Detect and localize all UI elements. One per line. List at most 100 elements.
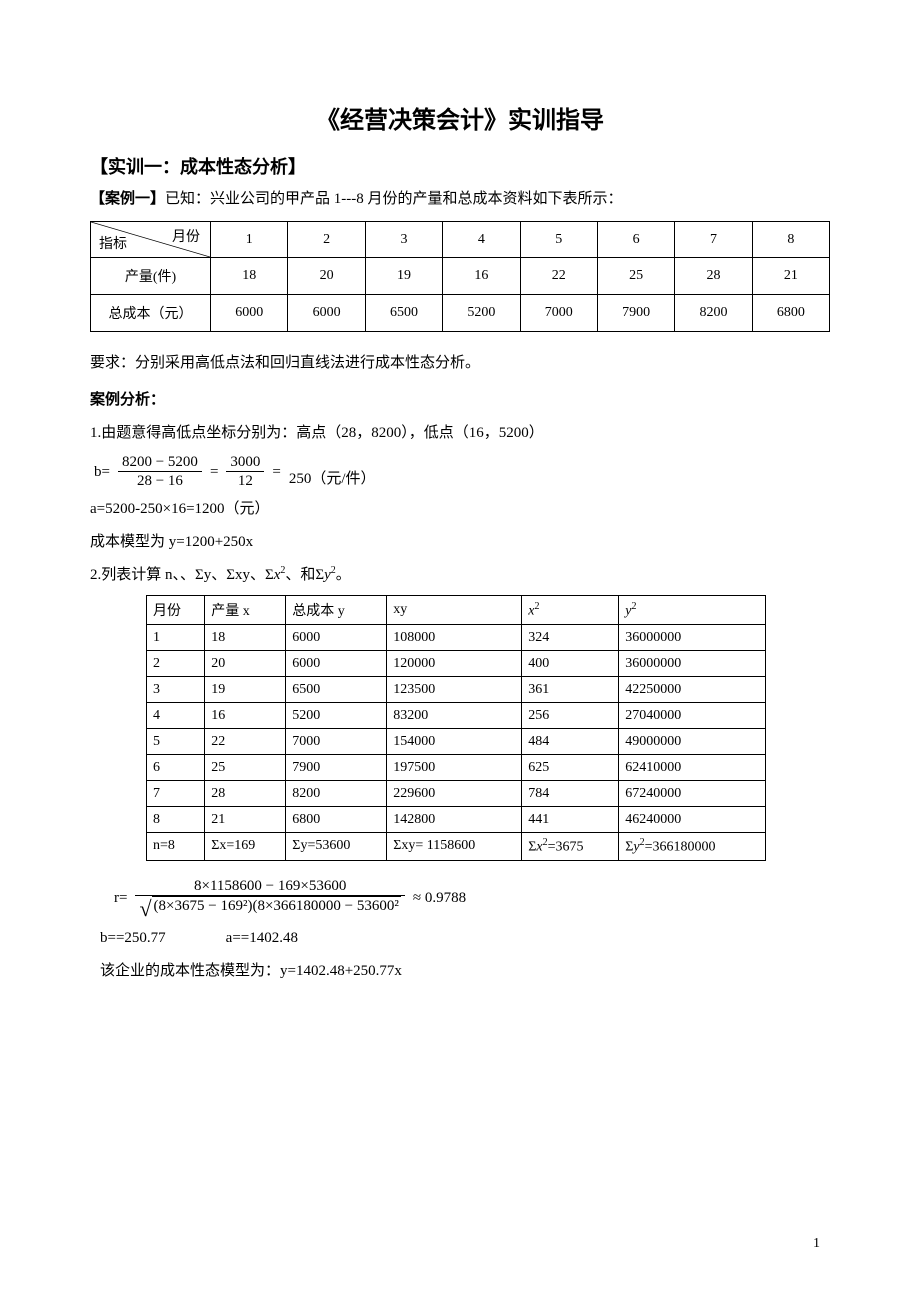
month-cell: 6 xyxy=(597,222,674,258)
data-cell: 7900 xyxy=(286,755,387,781)
numerator: 3000 xyxy=(226,453,264,471)
step2-text: 2.列表计算 n、、Σy、Σxy、Σx2、和Σy2。 xyxy=(90,562,830,589)
table-row: 220600012000040036000000 xyxy=(147,651,766,677)
col-header: 月份 xyxy=(147,596,205,625)
requirement-text: 要求：分别采用高低点法和回归直线法进行成本性态分析。 xyxy=(90,350,830,377)
total-cell: Σy=53600 xyxy=(286,833,387,861)
data-cell: 19 xyxy=(205,677,286,703)
month-cell: 3 xyxy=(365,222,442,258)
step2-pre: 2.列表计算 n、、Σy、Σxy、Σ xyxy=(90,567,274,583)
diag-bottom-label: 指标 xyxy=(99,233,127,253)
month-cell: 2 xyxy=(288,222,365,258)
col-header: xy xyxy=(387,596,522,625)
data-cell: 28 xyxy=(675,258,752,295)
data-cell: 6000 xyxy=(286,651,387,677)
month-cell: 5 xyxy=(520,222,597,258)
data-cell: 123500 xyxy=(387,677,522,703)
data-cell: 42250000 xyxy=(619,677,766,703)
eq-tail: ≈ 0.9788 xyxy=(409,889,470,907)
data-cell: 4 xyxy=(147,703,205,729)
page-number: 1 xyxy=(813,1236,820,1252)
equals: = xyxy=(268,463,284,481)
table-row: 月份 产量 x 总成本 y xy x2 y2 xyxy=(147,596,766,625)
total-val: =366180000 xyxy=(645,840,716,855)
data-cell: 25 xyxy=(205,755,286,781)
data-cell: 22 xyxy=(520,258,597,295)
data-cell: 36000000 xyxy=(619,625,766,651)
data-cell: 67240000 xyxy=(619,781,766,807)
data-cell: 324 xyxy=(522,625,619,651)
data-cell: 6800 xyxy=(752,295,829,332)
data-cell: 16 xyxy=(205,703,286,729)
data-cell: 256 xyxy=(522,703,619,729)
total-val: =3675 xyxy=(548,840,584,855)
diagonal-header-cell: 月份 指标 xyxy=(91,222,211,258)
data-cell: 36000000 xyxy=(619,651,766,677)
month-cell: 4 xyxy=(443,222,520,258)
data-cell: 154000 xyxy=(387,729,522,755)
table-row: 522700015400048449000000 xyxy=(147,729,766,755)
data-cell: 28 xyxy=(205,781,286,807)
data-cell: 21 xyxy=(752,258,829,295)
data-cell: 400 xyxy=(522,651,619,677)
data-cell: 6000 xyxy=(288,295,365,332)
eq-lead: b= xyxy=(90,463,114,481)
sup-2: 2 xyxy=(631,601,636,612)
r-equation: r= 8×1158600 − 169×53600 √ (8×3675 − 169… xyxy=(110,877,830,919)
data-cell: 6500 xyxy=(286,677,387,703)
denominator: 28 − 16 xyxy=(133,472,187,490)
eq-tail: 250（元/件） xyxy=(285,470,380,490)
fraction: 3000 12 xyxy=(226,453,264,490)
col-header: y2 xyxy=(619,596,766,625)
total-cell: n=8 xyxy=(147,833,205,861)
data-cell: 20 xyxy=(205,651,286,677)
data-cell: 3 xyxy=(147,677,205,703)
data-cell: 7900 xyxy=(597,295,674,332)
var-y: y xyxy=(324,567,331,583)
table-row: 118600010800032436000000 xyxy=(147,625,766,651)
data-cell: 22 xyxy=(205,729,286,755)
data-cell: 625 xyxy=(522,755,619,781)
data-cell: 19 xyxy=(365,258,442,295)
col-header: 产量 x xyxy=(205,596,286,625)
case-text: 已知：兴业公司的甲产品 1---8 月份的产量和总成本资料如下表所示： xyxy=(165,191,623,207)
table-row: 728820022960078467240000 xyxy=(147,781,766,807)
row-label: 产量(件) xyxy=(91,258,211,295)
data-cell: 49000000 xyxy=(619,729,766,755)
data-cell: 441 xyxy=(522,807,619,833)
denominator: 12 xyxy=(234,472,257,490)
step2-mid: 、和Σ xyxy=(285,567,324,583)
ba-line: b==250.77 a==1402.48 xyxy=(90,925,830,952)
total-cell: Σxy= 1158600 xyxy=(387,833,522,861)
data-table-2: 月份 产量 x 总成本 y xy x2 y2 11860001080003243… xyxy=(146,595,766,861)
data-cell: 62410000 xyxy=(619,755,766,781)
sqrt-expression: √ (8×3675 − 169²)(8×366180000 − 53600² xyxy=(139,896,400,918)
data-cell: 229600 xyxy=(387,781,522,807)
table-row: 625790019750062562410000 xyxy=(147,755,766,781)
data-cell: 6 xyxy=(147,755,205,781)
numerator: 8200 − 5200 xyxy=(118,453,202,471)
totals-row: n=8 Σx=169 Σy=53600 Σxy= 1158600 Σx2=367… xyxy=(147,833,766,861)
data-cell: 7000 xyxy=(286,729,387,755)
data-cell: 484 xyxy=(522,729,619,755)
page-title: 《经营决策会计》实训指导 xyxy=(90,100,830,135)
table-row: 产量(件) 18 20 19 16 22 25 28 21 xyxy=(91,258,830,295)
table-row: 月份 指标 1 2 3 4 5 6 7 8 xyxy=(91,222,830,258)
b-equation: b= 8200 − 5200 28 − 16 = 3000 12 = 250（元… xyxy=(90,453,830,490)
table-row: 319650012350036142250000 xyxy=(147,677,766,703)
data-cell: 25 xyxy=(597,258,674,295)
denominator: √ (8×3675 − 169²)(8×366180000 − 53600² xyxy=(135,896,404,919)
cost-model: 成本模型为 y=1200+250x xyxy=(90,529,830,556)
analysis-label: 案例分析： xyxy=(90,387,830,414)
total-cell: Σy2=366180000 xyxy=(619,833,766,861)
sup-2: 2 xyxy=(534,601,539,612)
data-cell: 5 xyxy=(147,729,205,755)
fraction: 8×1158600 − 169×53600 √ (8×3675 − 169²)(… xyxy=(135,877,404,919)
section-heading: 【实训一：成本性态分析】 xyxy=(90,153,830,179)
data-cell: 18 xyxy=(205,625,286,651)
table-row: 总成本（元） 6000 6000 6500 5200 7000 7900 820… xyxy=(91,295,830,332)
total-cell: Σx2=3675 xyxy=(522,833,619,861)
month-cell: 1 xyxy=(211,222,288,258)
data-cell: 120000 xyxy=(387,651,522,677)
col-header: 总成本 y xyxy=(286,596,387,625)
